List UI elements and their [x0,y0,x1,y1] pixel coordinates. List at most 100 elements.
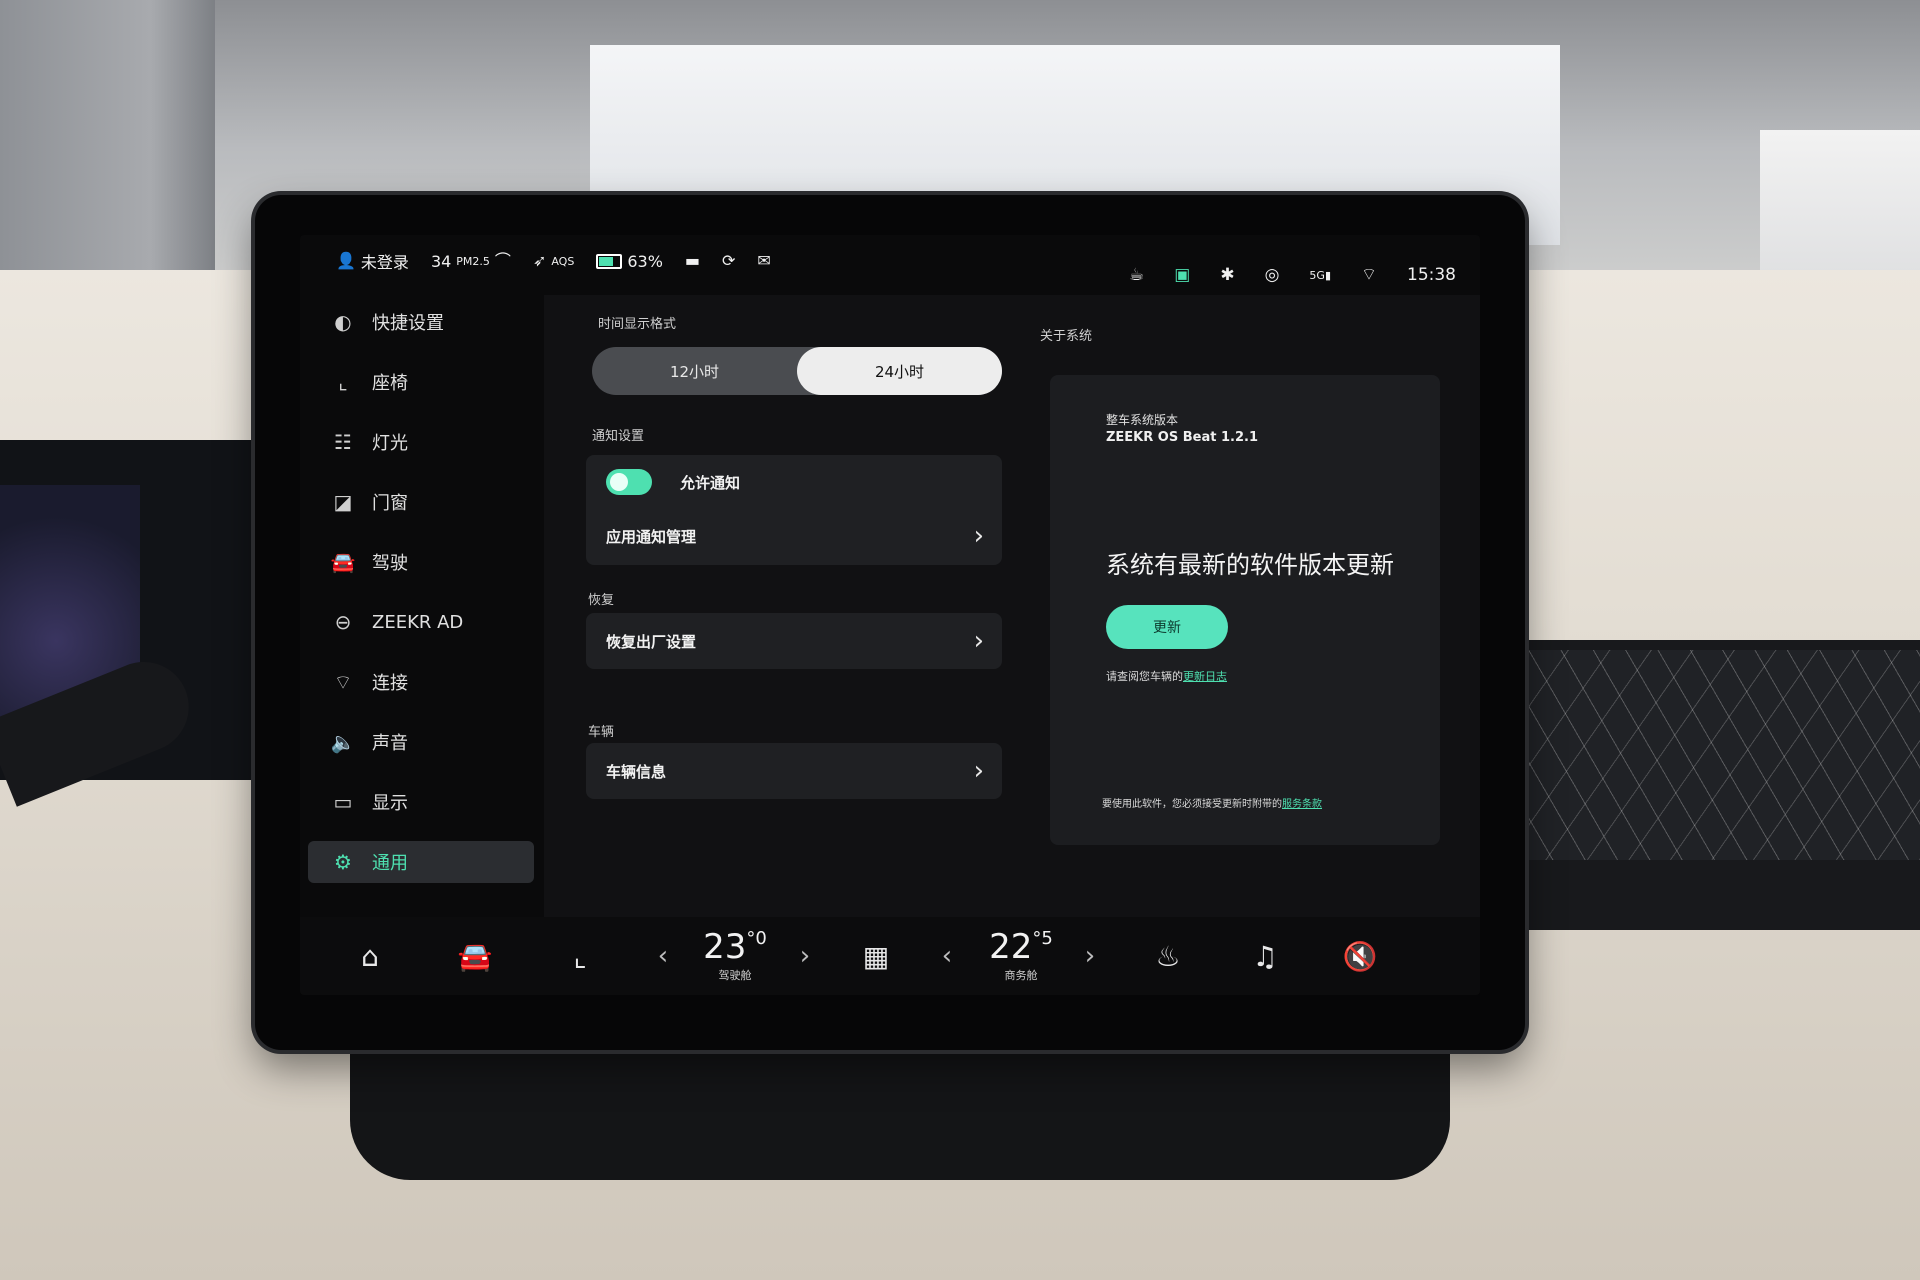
sidebar-item-quick-settings[interactable]: ◐ 快捷设置 [308,301,534,343]
time-format-24h-button[interactable]: 24小时 [797,347,1002,395]
factory-reset-label: 恢复出厂设置 [606,632,697,651]
sidebar-item-label: 灯光 [372,433,408,454]
driver-temp-down-button[interactable]: ‹ [648,917,678,995]
general-settings-panel: 时间显示格式 12小时 24小时 通知设置 允许通知 应用通知管理 › 恢复 恢… [544,295,1480,917]
charging-screen-icon[interactable]: ▣ [1174,266,1190,284]
release-notes-link[interactable]: 更新日志 [1183,670,1227,683]
music-button[interactable]: ♫ [1235,917,1295,995]
sidebar-item-label: 座椅 [372,373,408,394]
door-icon: ◪ [333,490,353,514]
mail-icon[interactable]: ✉ [757,253,770,269]
seat-icon: ⌞ [338,370,348,394]
rear-temp-down-button[interactable]: ‹ [932,917,962,995]
sidebar-item-connection[interactable]: ⌔ 连接 [308,661,534,703]
defrost-button[interactable]: ♨ [1138,917,1198,995]
vehicle-info-row[interactable]: 车辆信息 › [586,746,1002,796]
time-format-12h-button[interactable]: 12小时 [592,347,797,395]
about-system-card: 整车系统版本 ZEEKR OS Beat 1.2.1 系统有最新的软件版本更新 … [1050,375,1440,845]
driver-temp-up-button[interactable]: › [790,917,820,995]
car-icon: 🚘 [330,550,356,574]
app-notification-management-row[interactable]: 应用通知管理 › [586,511,1002,561]
mute-button[interactable]: 🔇 [1330,917,1390,995]
sidebar-item-general[interactable]: ⚙ 通用 [308,841,534,883]
driver-temp-integer: 23 [703,926,747,967]
sidebar-item-display[interactable]: ▭ 显示 [308,781,534,823]
seat-control-button[interactable]: ⌞ [550,917,610,995]
vehicle-button[interactable]: 🚘 [445,917,505,995]
aqs-label: AQS [551,254,575,268]
update-button[interactable]: 更新 [1106,605,1228,649]
rear-temp-integer: 22 [989,926,1033,967]
dash-trim-pattern [1520,650,1920,860]
rear-temp-up-button[interactable]: › [1075,917,1105,995]
steering-wheel-icon: ⊖ [334,610,352,634]
leaf-icon: ➶ [532,251,547,270]
screen-mount [350,1050,1450,1180]
sidebar-item-sound[interactable]: 🔈 声音 [308,721,534,763]
wifi-icon: ⌔ [333,669,353,694]
vehicle-info-label: 车辆信息 [606,762,667,781]
user-icon: 👤 [336,251,356,270]
battery-indicator: 63% [596,252,663,271]
factory-reset-row[interactable]: 恢复出厂设置 › [586,616,1002,666]
about-system-label: 关于系统 [1040,329,1093,344]
sidebar-item-zeekr-ad[interactable]: ⊖ ZEEKR AD [308,601,534,643]
pm25-label: PM2.5 [456,254,490,268]
apps-button[interactable]: ▦ [846,917,906,995]
rear-cabin-label: 商务舱 [1004,968,1038,982]
update-available-title: 系统有最新的软件版本更新 [1106,551,1394,579]
driver-temp-decimal: 0 [755,927,767,949]
system-version-label: 整车系统版本 [1106,413,1179,427]
chevron-right-icon: › [973,626,984,656]
speaker-icon: 🔈 [330,730,356,754]
clock: 15:38 [1407,265,1456,285]
home-icon: ⌂ [361,939,379,973]
toggle-icon: ◐ [334,310,352,334]
notification-settings-label: 通知设置 [592,429,645,444]
grid-icon: ▦ [862,939,890,973]
settings-sidebar: ◐ 快捷设置 ⌞ 座椅 ☷ 灯光 ◪ 门窗 🚘 驾驶 ⊖ ZEEKR AD ⌔ … [300,295,540,915]
release-notes-note: 请查阅您车辆的更新日志 [1106,668,1227,684]
chevron-right-icon: › [973,756,984,786]
sidebar-item-lights[interactable]: ☷ 灯光 [308,421,534,463]
sidebar-item-label: 声音 [372,733,408,754]
time-format-label: 时间显示格式 [598,317,677,332]
sidebar-item-driving[interactable]: 🚘 驾驶 [308,541,534,583]
chevron-right-icon: › [973,521,984,551]
camera-icon[interactable]: ▬ [685,253,700,269]
sidebar-item-label: 显示 [372,793,408,814]
pm25-value: 34 [430,251,452,271]
light-icon: ☷ [334,430,352,454]
sidebar-item-label: 门窗 [372,493,408,514]
car-wave-icon: ⌒ [494,251,511,270]
infotainment-screen: 👤 未登录 34 PM2.5 ⌒ ➶ AQS 63% ▬ ⟳ ✉ ☕ ▣ ✱ ◎… [300,235,1480,995]
allow-notifications-row[interactable]: 允许通知 [586,457,1002,507]
home-button[interactable]: ⌂ [340,917,400,995]
terms-of-service-link[interactable]: 服务条款 [1282,799,1322,810]
status-bar: 👤 未登录 34 PM2.5 ⌒ ➶ AQS 63% ▬ ⟳ ✉ ☕ ▣ ✱ ◎… [300,235,1480,295]
hotspot-icon[interactable]: ◎ [1265,266,1280,284]
sidebar-item-label: ZEEKR AD [372,611,464,633]
coffee-icon[interactable]: ☕ [1129,266,1144,284]
bluetooth-icon[interactable]: ✱ [1220,266,1234,284]
sidebar-item-label: 通用 [372,853,408,874]
wifi-status-icon: ⌔ [1361,264,1377,285]
sidebar-item-doors[interactable]: ◪ 门窗 [308,481,534,523]
user-login-status[interactable]: 👤 未登录 [336,249,409,273]
sidebar-item-label: 连接 [372,673,408,694]
sidebar-item-label: 驾驶 [372,553,408,574]
chevron-right-icon: › [1084,941,1096,971]
app-notification-management-label: 应用通知管理 [606,527,697,546]
mute-icon: 🔇 [1342,939,1378,973]
allow-notifications-switch[interactable] [606,469,652,495]
cellular-signal-icon: 5G▮ [1309,268,1332,282]
release-notes-prefix: 请查阅您车辆的 [1106,670,1183,683]
sync-icon[interactable]: ⟳ [722,253,735,269]
vehicle-card: 车辆信息 › [586,743,1002,799]
driver-cabin-label: 驾驶舱 [718,968,752,982]
aqs-indicator: ➶ AQS [533,253,574,269]
monitor-icon: ▭ [333,790,353,814]
sidebar-item-seat[interactable]: ⌞ 座椅 [308,361,534,403]
chevron-left-icon: ‹ [941,941,953,971]
seat-heat-icon: ⌞ [573,939,587,973]
